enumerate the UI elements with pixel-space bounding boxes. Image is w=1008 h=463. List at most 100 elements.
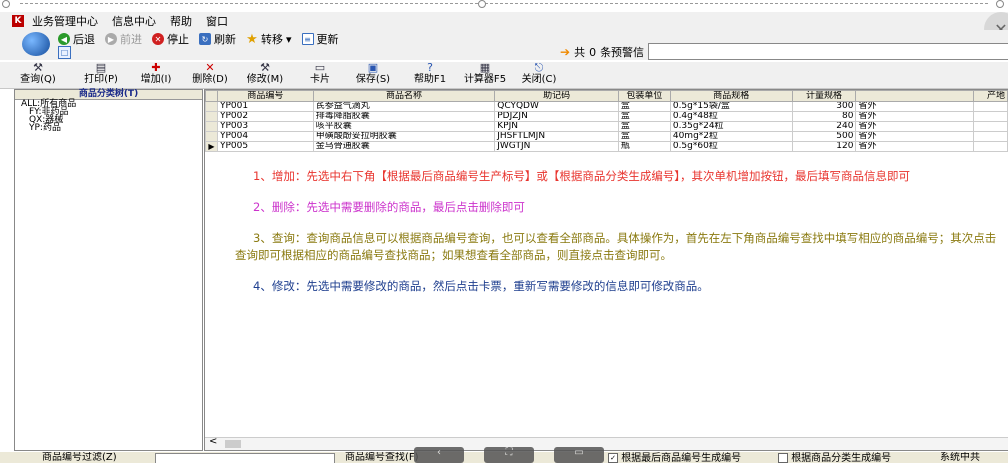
cell-name[interactable]: 金乌骨通胶囊 <box>312 141 496 152</box>
cell-code[interactable]: YP001 <box>216 101 314 112</box>
cell-measure[interactable]: 120 <box>791 141 857 152</box>
col-mnemonic[interactable]: 助记码 <box>494 90 619 102</box>
goto-button[interactable]: ★ 转移 ▾ <box>246 31 292 47</box>
option-category-code[interactable]: 根据商品分类生成编号 <box>778 453 891 463</box>
cell-extra[interactable] <box>972 141 1008 152</box>
cell-mnemonic[interactable]: KPJN <box>494 121 619 132</box>
cell-name[interactable]: 甲磺酸酚妥拉明胶囊 <box>312 131 496 142</box>
cell-mnemonic[interactable]: QCYQDW <box>494 101 619 112</box>
cell-extra[interactable] <box>972 101 1008 112</box>
cell-unit[interactable]: 盒 <box>617 111 671 122</box>
resize-handle[interactable] <box>996 0 1004 8</box>
col-code[interactable]: 商品编号 <box>216 90 314 102</box>
cell-origin[interactable]: 省外 <box>855 141 974 152</box>
col-blank[interactable] <box>855 90 974 102</box>
filter-input[interactable] <box>155 453 335 463</box>
table-row[interactable]: YP004 甲磺酸酚妥拉明胶囊 JHSFTLMJN 盒 40mg*2粒 500 … <box>205 131 1008 142</box>
cell-extra[interactable] <box>972 111 1008 122</box>
add-button[interactable]: ✚ 增加(I) <box>133 62 179 88</box>
cell-spec[interactable]: 0.35g*24粒 <box>669 121 793 132</box>
cell-measure[interactable]: 300 <box>791 101 857 112</box>
calculator-icon: ▦ <box>479 61 491 74</box>
refresh-button[interactable]: ↻ 刷新 <box>199 31 236 47</box>
toolbar: ⚒ 查询(Q) ▤ 打印(P) ✚ 增加(I) ✕ 删除(D) ⚒ 修改(M) ▭ 卡片 ▣… <box>0 62 1008 89</box>
print-button[interactable]: ▤ 打印(P) <box>78 62 124 88</box>
table-row[interactable]: YP002 排毒降脂胶囊 PDJZJN 盒 0.4g*48粒 80 省外 <box>205 111 1008 122</box>
table-row[interactable]: ▶ YP005 金乌骨通胶囊 JWGTJN 瓶 0.5g*60粒 120 省外 <box>205 141 1008 152</box>
cell-name[interactable]: 排毒降脂胶囊 <box>312 111 496 122</box>
cell-code[interactable]: YP002 <box>216 111 314 122</box>
cell-extra[interactable] <box>972 131 1008 142</box>
cell-spec[interactable]: 40mg*2粒 <box>669 131 793 142</box>
cell-unit[interactable]: 盒 <box>617 131 671 142</box>
tree-item-yp[interactable]: YP:药品 <box>15 124 202 133</box>
update-icon: ≡ <box>301 33 314 45</box>
note-delete: 2、删除：先选中需要删除的商品，最后点击删除即可 <box>253 200 525 214</box>
menu-help[interactable]: 帮助 <box>170 13 192 29</box>
close-button[interactable]: ⎋ 关闭(C) <box>516 62 562 88</box>
delete-button[interactable]: ✕ 删除(D) <box>186 62 234 88</box>
card-button[interactable]: ▭ 卡片 <box>300 62 340 88</box>
cell-code[interactable]: YP004 <box>216 131 314 142</box>
cell-origin[interactable]: 省外 <box>855 101 974 112</box>
forward-button[interactable]: ▶ 前进 <box>105 31 142 47</box>
horizontal-scrollbar[interactable]: < <box>205 436 1008 450</box>
cell-unit[interactable]: 盒 <box>617 121 671 132</box>
help-button[interactable]: ? 帮助F1 <box>408 62 452 88</box>
save-button[interactable]: ▣ 保存(S) <box>350 62 396 88</box>
modify-button[interactable]: ⚒ 修改(M) <box>242 62 288 88</box>
cell-mnemonic[interactable]: PDJZJN <box>494 111 619 122</box>
cell-mnemonic[interactable]: JHSFTLMJN <box>494 131 619 142</box>
cell-origin[interactable]: 省外 <box>855 121 974 132</box>
stop-button[interactable]: ✕ 停止 <box>152 31 189 47</box>
calculator-button[interactable]: ▦ 计算器F5 <box>458 62 512 88</box>
cell-unit[interactable]: 盒 <box>617 101 671 112</box>
alert-field[interactable] <box>648 43 1008 60</box>
update-button[interactable]: ≡ 更新 <box>301 31 339 47</box>
resize-handle[interactable] <box>478 0 486 8</box>
query-button[interactable]: ⚒ 查询(Q) <box>16 62 60 88</box>
cell-name[interactable]: 芪参益气滴丸 <box>312 101 496 112</box>
cell-mnemonic[interactable]: JWGTJN <box>494 141 619 152</box>
forward-icon: ▶ <box>105 33 117 45</box>
back-button[interactable]: ◀ 后退 <box>58 31 95 47</box>
cell-measure[interactable]: 240 <box>791 121 857 132</box>
col-spec[interactable]: 商品规格 <box>669 90 793 102</box>
cell-spec[interactable]: 0.5g*60粒 <box>669 141 793 152</box>
col-name[interactable]: 商品名称 <box>312 90 496 102</box>
cell-spec[interactable]: 0.5g*15袋/盒 <box>669 101 793 112</box>
viewer-prev-icon[interactable]: ‹ <box>414 447 464 463</box>
scroll-left-icon[interactable]: < <box>209 436 217 447</box>
cell-measure[interactable]: 500 <box>791 131 857 142</box>
col-unit[interactable]: 包装单位 <box>617 90 671 102</box>
cell-code[interactable]: YP005 <box>216 141 314 152</box>
cell-spec[interactable]: 0.4g*48粒 <box>669 111 793 122</box>
table-row[interactable]: YP003 咳平胶囊 KPJN 盒 0.35g*24粒 240 省外 <box>205 121 1008 132</box>
modify-label: 修改(M) <box>246 74 284 85</box>
indicator-header <box>205 90 218 102</box>
cell-name[interactable]: 咳平胶囊 <box>312 121 496 132</box>
option-last-code[interactable]: ✓ 根据最后商品编号生成编号 <box>608 453 741 463</box>
checkbox-icon[interactable] <box>778 453 788 463</box>
window-icon[interactable]: □ <box>58 46 71 59</box>
cell-unit[interactable]: 瓶 <box>617 141 671 152</box>
cell-origin[interactable]: 省外 <box>855 131 974 142</box>
viewer-fit-icon[interactable]: ⛶ <box>484 447 534 463</box>
viewer-image-icon[interactable]: ▭ <box>554 447 604 463</box>
dropdown-arrow-icon[interactable]: ▾ <box>286 33 292 46</box>
menu-info[interactable]: 信息中心 <box>112 13 156 29</box>
product-table: 商品编号 商品名称 助记码 包装单位 商品规格 计量规格 产地 YP001 芪参… <box>205 90 1008 152</box>
menu-business[interactable]: 业务管理中心 <box>32 13 98 29</box>
checkbox-checked-icon[interactable]: ✓ <box>608 453 618 463</box>
cell-origin[interactable]: 省外 <box>855 111 974 122</box>
table-row[interactable]: YP001 芪参益气滴丸 QCYQDW 盒 0.5g*15袋/盒 300 省外 <box>205 101 1008 112</box>
col-origin[interactable]: 产地 <box>972 90 1008 102</box>
help-icon: ? <box>427 61 433 74</box>
cell-code[interactable]: YP003 <box>216 121 314 132</box>
menu-window[interactable]: 窗口 <box>206 13 228 29</box>
cell-extra[interactable] <box>972 121 1008 132</box>
cell-measure[interactable]: 80 <box>791 111 857 122</box>
resize-handle[interactable] <box>2 0 10 8</box>
col-measure[interactable]: 计量规格 <box>791 90 857 102</box>
scroll-thumb[interactable] <box>225 440 241 448</box>
